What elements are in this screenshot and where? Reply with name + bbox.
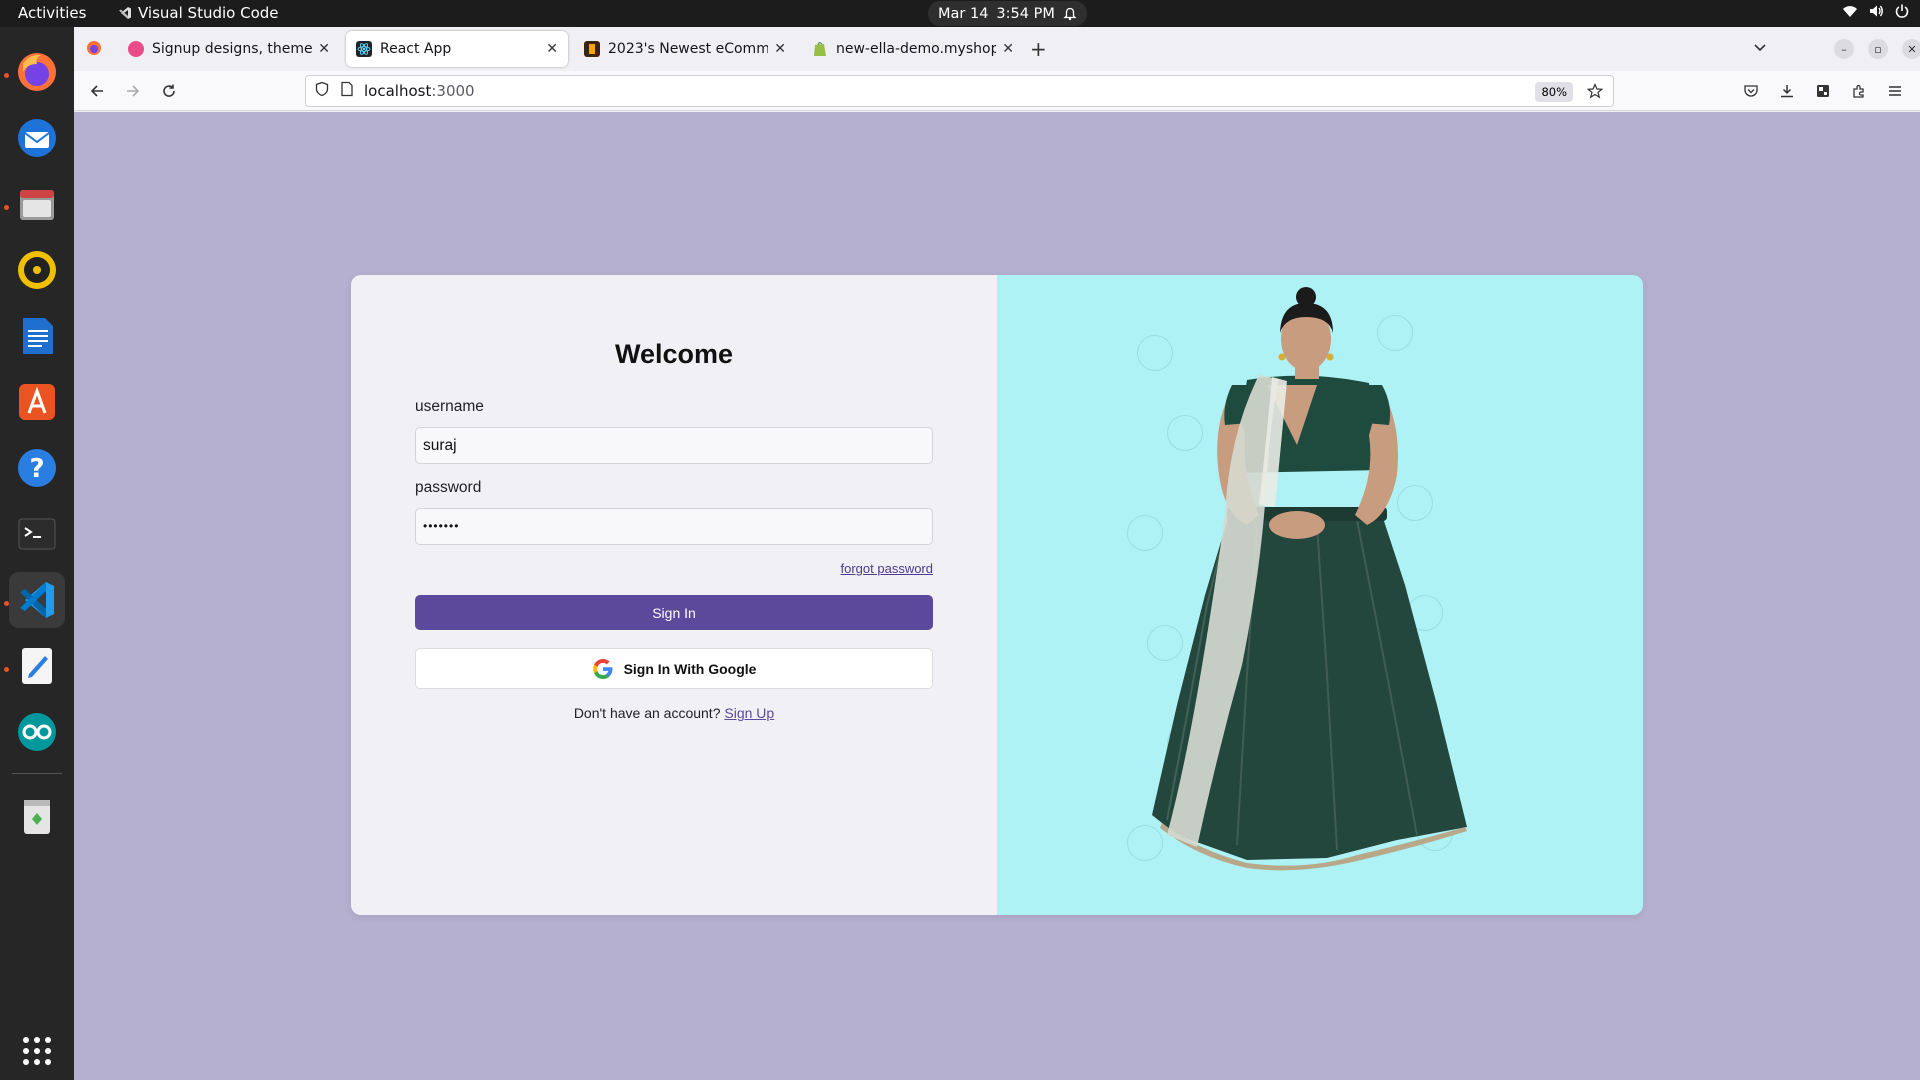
container-tabs-icon[interactable]: [1810, 79, 1836, 103]
focused-app-menu[interactable]: Visual Studio Code: [118, 4, 279, 22]
zoom-level-badge[interactable]: 80%: [1535, 82, 1573, 102]
extensions-icon[interactable]: [1846, 79, 1872, 103]
vscode-small-icon: [119, 7, 131, 19]
show-apps-icon[interactable]: [9, 1023, 65, 1079]
back-button[interactable]: [84, 79, 110, 103]
new-tab-button[interactable]: +: [1030, 37, 1047, 61]
google-sign-in-label: Sign In With Google: [623, 660, 757, 677]
tab-react-app[interactable]: React App ✕: [346, 31, 568, 67]
terminal-icon[interactable]: [9, 506, 65, 562]
pocket-icon[interactable]: [1738, 79, 1764, 103]
wifi-icon: [1843, 6, 1857, 17]
tab-ecommerce[interactable]: 2023's Newest eCommer ✕: [574, 31, 796, 67]
google-icon: [592, 658, 613, 679]
close-tab-icon[interactable]: ✕: [318, 41, 330, 57]
welcome-heading: Welcome: [614, 339, 734, 369]
tracking-protection-shield-icon[interactable]: [314, 81, 330, 101]
help-icon[interactable]: ?: [9, 440, 65, 496]
time-text: 3:54 PM: [996, 5, 1055, 22]
trash-icon[interactable]: [9, 788, 65, 844]
arduino-icon[interactable]: [9, 704, 65, 760]
login-card: Welcome username suraj password ••••••• …: [351, 275, 1643, 915]
hero-image-panel: [997, 275, 1643, 915]
system-tray[interactable]: [1842, 3, 1910, 19]
minimize-button[interactable]: –: [1834, 39, 1854, 59]
app-name: Visual Studio Code: [138, 4, 279, 22]
dock: ?: [0, 27, 74, 1080]
signup-prompt: Don't have an account? Sign Up: [351, 705, 997, 721]
login-form-panel: Welcome username suraj password ••••••• …: [351, 275, 997, 915]
shopify-icon: [812, 41, 828, 57]
username-input[interactable]: suraj: [415, 427, 933, 464]
close-window-button[interactable]: ✕: [1902, 39, 1920, 59]
ecommerce-icon: [584, 41, 600, 57]
tab-title: 2023's Newest eCommer: [608, 41, 769, 57]
files-icon[interactable]: [9, 176, 65, 232]
url-text: localhost:3000: [364, 82, 475, 100]
downloads-icon[interactable]: [1774, 79, 1800, 103]
tab-title: Signup designs, themes, t: [152, 41, 313, 57]
power-icon: [1895, 4, 1909, 18]
thunderbird-icon[interactable]: [9, 110, 65, 166]
tab-title: new-ella-demo.myshopify: [836, 41, 997, 57]
tab-title: React App: [380, 41, 452, 57]
svg-text:?: ?: [29, 454, 44, 484]
list-all-tabs-icon[interactable]: [1752, 39, 1768, 59]
tab-signup-designs[interactable]: Signup designs, themes, t ✕: [118, 31, 340, 67]
page-viewport: Welcome username suraj password ••••••• …: [74, 112, 1920, 1080]
bookmark-star-icon[interactable]: [1586, 83, 1604, 103]
notification-bell-icon: [1063, 7, 1077, 20]
react-icon: [356, 41, 372, 57]
google-sign-in-button[interactable]: Sign In With Google: [415, 648, 933, 689]
restore-button[interactable]: ▫: [1868, 39, 1888, 59]
clock-button[interactable]: Mar 14 3:54 PM: [928, 1, 1087, 26]
dock-separator: [12, 773, 62, 774]
username-label: username: [415, 398, 484, 415]
navigation-toolbar: localhost:3000 80%: [74, 71, 1920, 111]
reload-button[interactable]: [156, 79, 182, 103]
url-bar[interactable]: localhost:3000 80%: [305, 75, 1614, 107]
firefox-icon[interactable]: [9, 44, 65, 100]
app-center-icon[interactable]: [9, 374, 65, 430]
libreoffice-writer-icon[interactable]: [9, 308, 65, 364]
page-info-icon[interactable]: [340, 81, 354, 101]
close-tab-icon[interactable]: ✕: [546, 41, 558, 57]
sign-in-button[interactable]: Sign In: [415, 595, 933, 630]
model-in-lehenga-image: [1152, 287, 1467, 871]
date-text: Mar 14: [938, 5, 989, 22]
rhythmbox-icon[interactable]: [9, 242, 65, 298]
password-input[interactable]: •••••••: [415, 508, 933, 545]
firefox-view-icon[interactable]: [86, 40, 102, 60]
tab-strip: Signup designs, themes, t ✕ React App ✕ …: [74, 27, 1920, 71]
tab-shopify[interactable]: new-ella-demo.myshopify ✕: [802, 31, 1024, 67]
activities-button[interactable]: Activities: [18, 4, 86, 22]
menu-hamburger-icon[interactable]: [1882, 79, 1908, 103]
system-top-bar: Activities Visual Studio Code Mar 14 3:5…: [0, 0, 1920, 27]
password-label: password: [415, 479, 482, 496]
dribbble-icon: [128, 41, 144, 57]
sign-up-link[interactable]: Sign Up: [724, 705, 774, 721]
no-account-text: Don't have an account?: [573, 705, 721, 721]
text-editor-icon[interactable]: [9, 638, 65, 694]
close-tab-icon[interactable]: ✕: [774, 41, 786, 57]
forward-button[interactable]: [120, 79, 146, 103]
close-tab-icon[interactable]: ✕: [1002, 41, 1014, 57]
firefox-window: Signup designs, themes, t ✕ React App ✕ …: [74, 27, 1920, 1080]
volume-icon: [1870, 5, 1883, 17]
forgot-password-link[interactable]: forgot password: [841, 561, 934, 576]
vscode-icon[interactable]: [9, 572, 65, 628]
